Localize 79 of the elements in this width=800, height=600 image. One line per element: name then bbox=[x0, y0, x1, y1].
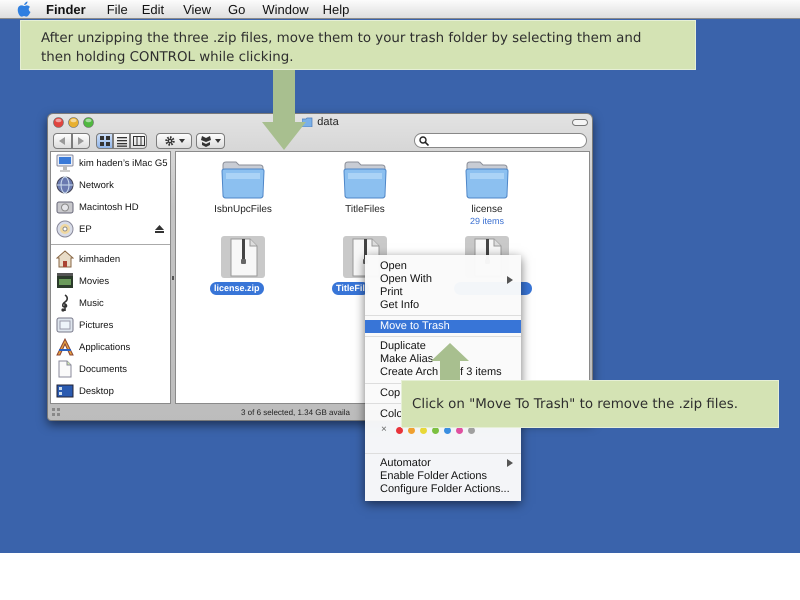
menu-item[interactable]: Open bbox=[365, 260, 521, 273]
search-field[interactable] bbox=[414, 133, 587, 148]
sidebar-item[interactable]: Music bbox=[51, 292, 170, 314]
menu-item[interactable]: Configure Folder Actions... bbox=[365, 482, 521, 496]
menu-item[interactable]: Move to Trash bbox=[365, 320, 521, 333]
desktop-icon bbox=[56, 382, 74, 400]
toolbar-toggle-button[interactable] bbox=[572, 118, 588, 126]
view-mode-button[interactable] bbox=[113, 132, 130, 148]
action-menu-button[interactable] bbox=[156, 132, 192, 148]
sidebar-item[interactable]: Network bbox=[51, 174, 170, 196]
globe-icon bbox=[56, 176, 74, 194]
apple-logo-icon[interactable] bbox=[17, 1, 31, 17]
zip-file-icon[interactable] bbox=[221, 236, 265, 278]
menu-title[interactable]: View bbox=[171, 2, 218, 16]
menu-title[interactable]: Finder bbox=[39, 2, 100, 16]
sidebar-item[interactable]: Movies bbox=[51, 270, 170, 292]
menu-title[interactable]: Help bbox=[316, 2, 356, 16]
sidebar-item[interactable]: Macintosh HD bbox=[51, 196, 170, 218]
back-button[interactable] bbox=[53, 132, 72, 148]
right-triangle-icon bbox=[78, 136, 84, 144]
file-name[interactable]: license bbox=[471, 203, 503, 216]
sidebar-item[interactable]: kim haden’s iMac G5 bbox=[51, 152, 170, 174]
zoom-button[interactable] bbox=[83, 116, 94, 128]
sidebar-item[interactable]: Desktop bbox=[51, 380, 170, 402]
no-label-button[interactable]: × bbox=[381, 424, 387, 435]
view-mode-button[interactable] bbox=[130, 132, 147, 148]
grid-icon bbox=[98, 134, 110, 146]
minimize-button[interactable] bbox=[68, 116, 79, 128]
menu-item[interactable]: Cop bbox=[365, 387, 403, 400]
menu-title[interactable]: Edit bbox=[134, 2, 172, 16]
gear-icon bbox=[164, 134, 176, 146]
menu-item[interactable]: Get Info bbox=[365, 299, 521, 312]
menu-item[interactable]: Enable Folder Actions bbox=[365, 470, 521, 483]
sidebar-item[interactable]: EP bbox=[51, 218, 170, 240]
window-title: data bbox=[317, 116, 339, 128]
menu-item[interactable]: Make Alias bbox=[365, 353, 521, 366]
sidebar-item[interactable]: kimhaden bbox=[51, 248, 170, 270]
disc-icon bbox=[56, 220, 74, 238]
menu-title[interactable]: Go bbox=[218, 2, 252, 16]
instruction-tooltip: Click on "Move To Trash" to remove the .zip files. bbox=[401, 380, 779, 428]
menu-item[interactable]: Automator bbox=[365, 456, 521, 470]
columns-icon bbox=[132, 134, 144, 146]
toolbar-menu-button[interactable] bbox=[196, 132, 225, 148]
item-count: 29 items bbox=[470, 216, 504, 226]
instruction-tooltip: After unzipping the three .zip files, move them to your trash folder by selecting them and then holding CONTROL while clicking. bbox=[20, 20, 696, 70]
forward-button[interactable] bbox=[72, 132, 90, 148]
view-mode-button[interactable] bbox=[96, 132, 113, 148]
picture-icon bbox=[56, 316, 74, 334]
caret-icon bbox=[178, 138, 184, 142]
status-text: 3 of 6 selected, 1.34 GB availa bbox=[241, 408, 350, 416]
folder-icon[interactable] bbox=[342, 159, 388, 199]
caret-icon bbox=[215, 138, 221, 142]
sidebar-item[interactable]: Documents bbox=[51, 358, 170, 380]
menu-item[interactable]: Create Arch f 3 items bbox=[365, 366, 521, 380]
splitter-handle-icon[interactable] bbox=[172, 276, 174, 280]
house-icon bbox=[56, 250, 74, 268]
file-name[interactable]: TitleFiles bbox=[345, 203, 385, 216]
document-icon bbox=[56, 360, 74, 378]
sidebar-item[interactable]: Pictures bbox=[51, 314, 170, 336]
eject-icon[interactable] bbox=[155, 225, 164, 233]
file-name[interactable]: IsbnUpcFiles bbox=[214, 203, 272, 216]
down-arrow-icon bbox=[262, 70, 306, 150]
ruler-pencil-icon bbox=[56, 338, 74, 356]
list-icon bbox=[116, 134, 128, 146]
resize-grip-icon[interactable] bbox=[52, 408, 61, 416]
file-name[interactable]: license.zip bbox=[210, 282, 264, 295]
menu-title[interactable]: File bbox=[100, 2, 135, 16]
search-icon bbox=[419, 136, 429, 146]
folder-icon[interactable] bbox=[220, 159, 266, 199]
sidebar-item[interactable]: Applications bbox=[51, 336, 170, 358]
film-icon bbox=[56, 272, 74, 290]
close-button[interactable] bbox=[53, 116, 64, 128]
computer-icon bbox=[56, 154, 74, 172]
left-triangle-icon bbox=[59, 136, 66, 144]
menu-title[interactable]: Window bbox=[252, 2, 316, 16]
folder-icon[interactable] bbox=[464, 159, 510, 199]
menu-item[interactable]: Duplicate bbox=[365, 340, 521, 354]
box-icon bbox=[200, 134, 212, 146]
color-label-dot[interactable] bbox=[396, 426, 403, 434]
